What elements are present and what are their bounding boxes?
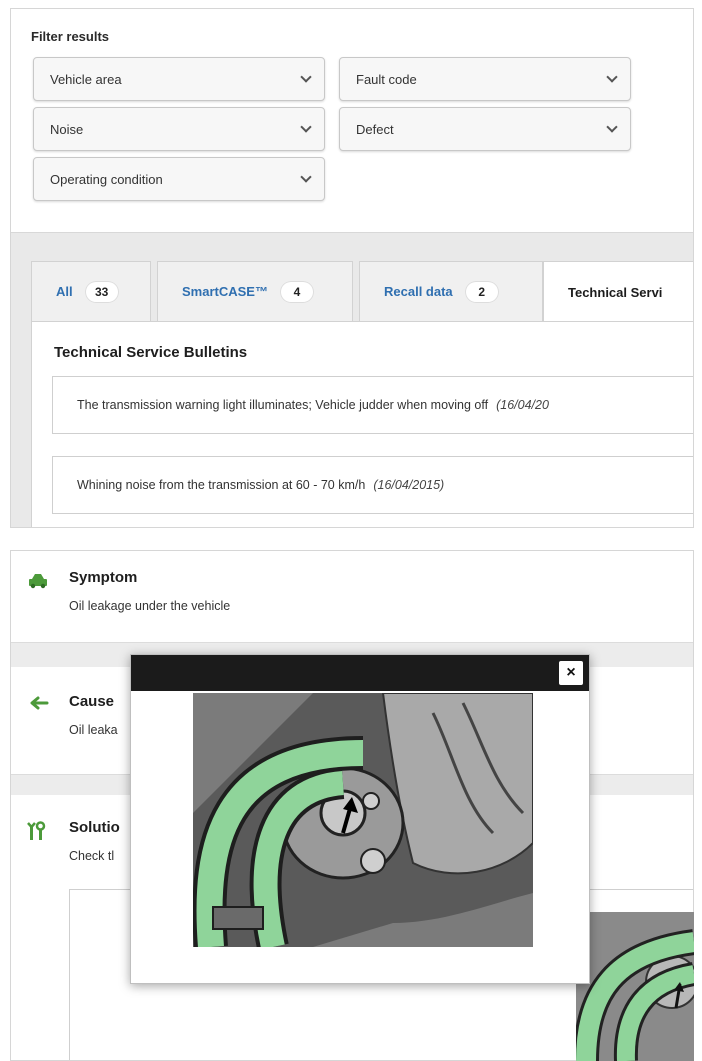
defect-label: Defect bbox=[356, 121, 394, 137]
tab-smartcase[interactable]: SmartCASE™ 4 bbox=[157, 261, 353, 321]
tab-technical-service-bulletins[interactable]: Technical Servi bbox=[543, 261, 693, 323]
image-viewer-modal: × bbox=[130, 654, 590, 984]
solution-text: Check tl bbox=[69, 849, 115, 863]
result-tabs: All 33 SmartCASE™ 4 Recall data 2 Techni… bbox=[31, 261, 693, 323]
noise-label: Noise bbox=[50, 121, 84, 137]
oil-leak-illustration bbox=[193, 693, 533, 947]
operating-condition-label: Operating condition bbox=[50, 171, 163, 187]
chevron-down-icon bbox=[300, 71, 312, 83]
bulletins-panel: Technical Service Bulletins The transmis… bbox=[31, 321, 693, 527]
chevron-down-icon bbox=[606, 71, 618, 83]
fault-code-label: Fault code bbox=[356, 71, 417, 87]
bulletin-date: (16/04/20 bbox=[496, 398, 549, 412]
car-icon bbox=[29, 574, 47, 589]
noise-dropdown[interactable]: Noise bbox=[33, 107, 325, 151]
bulletin-text: The transmission warning light illuminat… bbox=[77, 398, 489, 412]
modal-header-bar: × bbox=[131, 655, 589, 691]
tab-all-count: 33 bbox=[84, 280, 119, 303]
tab-all[interactable]: All 33 bbox=[31, 261, 151, 321]
symptom-text: Oil leakage under the vehicle bbox=[69, 599, 231, 613]
tab-all-label: All bbox=[56, 284, 73, 299]
symptom-title: Symptom bbox=[69, 569, 138, 586]
bulletins-title: Technical Service Bulletins bbox=[54, 344, 248, 361]
symptom-section: Symptom Oil leakage under the vehicle bbox=[11, 551, 693, 643]
tab-recall-data-count: 2 bbox=[464, 280, 499, 303]
chevron-down-icon bbox=[606, 121, 618, 133]
tab-smartcase-count: 4 bbox=[279, 280, 314, 303]
operating-condition-dropdown[interactable]: Operating condition bbox=[33, 157, 325, 201]
chevron-down-icon bbox=[300, 121, 312, 133]
tools-icon bbox=[27, 821, 46, 840]
bulletin-item[interactable]: Whining noise from the transmission at 6… bbox=[52, 456, 693, 514]
engine-illustration-thumbnail bbox=[576, 912, 694, 1061]
tab-smartcase-label: SmartCASE™ bbox=[182, 284, 268, 299]
bulletin-item[interactable]: The transmission warning light illuminat… bbox=[52, 376, 693, 434]
filter-results-panel: Filter results Vehicle area Fault code N… bbox=[10, 8, 694, 528]
vehicle-area-label: Vehicle area bbox=[50, 71, 122, 87]
filter-title: Filter results bbox=[31, 29, 110, 44]
close-button[interactable]: × bbox=[559, 661, 583, 685]
bulletin-text: Whining noise from the transmission at 6… bbox=[77, 478, 366, 492]
cause-title: Cause bbox=[69, 693, 115, 710]
cause-text: Oil leaka bbox=[69, 723, 118, 737]
fault-code-dropdown[interactable]: Fault code bbox=[339, 57, 631, 101]
tab-recall-data[interactable]: Recall data 2 bbox=[359, 261, 543, 321]
tab-technical-service-label: Technical Servi bbox=[568, 285, 663, 300]
solution-title: Solutio bbox=[69, 819, 120, 836]
arrow-icon bbox=[30, 696, 49, 710]
filter-section: Filter results Vehicle area Fault code N… bbox=[11, 9, 693, 233]
vehicle-area-dropdown[interactable]: Vehicle area bbox=[33, 57, 325, 101]
bulletin-date: (16/04/2015) bbox=[373, 478, 445, 492]
defect-dropdown[interactable]: Defect bbox=[339, 107, 631, 151]
tab-recall-data-label: Recall data bbox=[384, 284, 453, 299]
chevron-down-icon bbox=[300, 171, 312, 183]
